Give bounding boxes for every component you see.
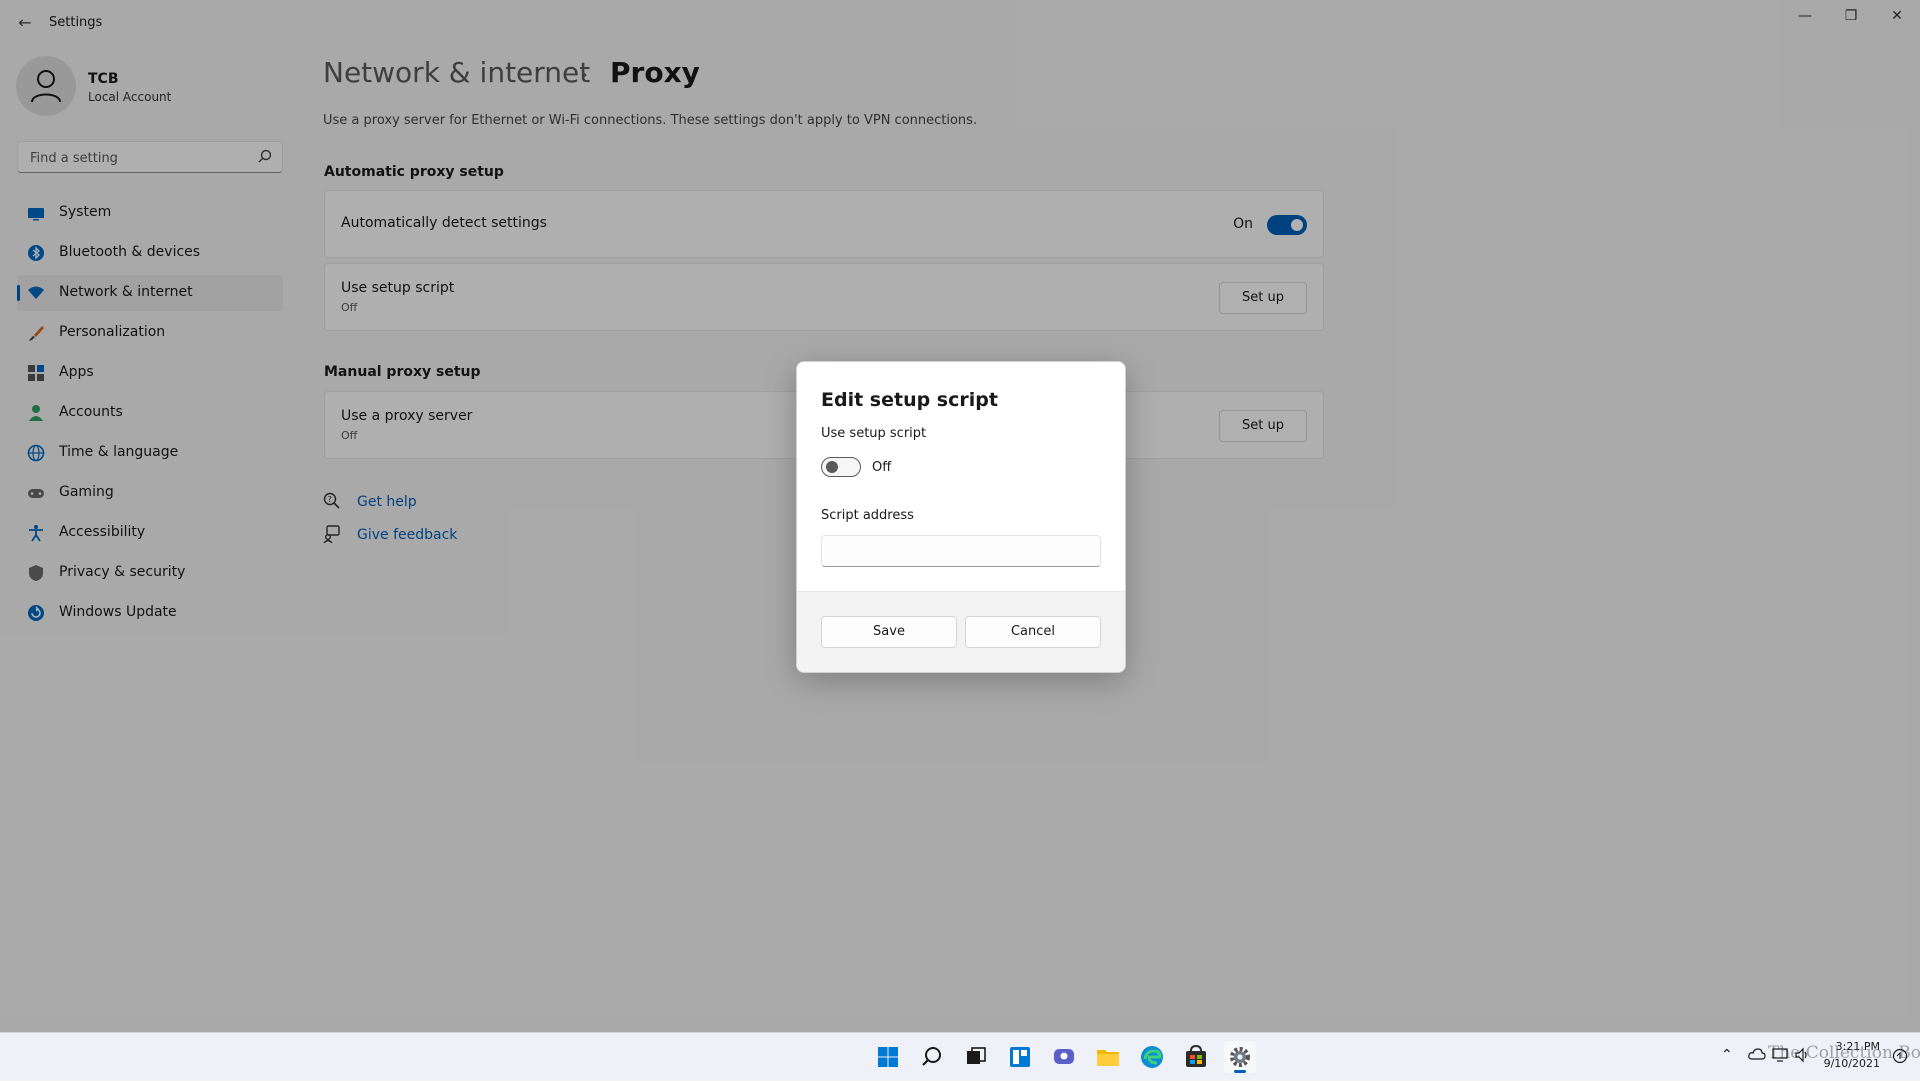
file-explorer-icon[interactable]: [1092, 1041, 1124, 1073]
dialog-toggle-label: Use setup script: [821, 426, 927, 441]
cloud-icon[interactable]: [1748, 1047, 1766, 1061]
dialog-footer: Save Cancel: [797, 591, 1125, 672]
store-icon[interactable]: [1180, 1041, 1212, 1073]
use-setup-script-toggle[interactable]: [821, 457, 861, 477]
volume-icon[interactable]: [1794, 1047, 1810, 1063]
settings-icon[interactable]: [1224, 1041, 1256, 1073]
search-icon[interactable]: [916, 1041, 948, 1073]
network-icon[interactable]: [1772, 1047, 1788, 1063]
cancel-button[interactable]: Cancel: [965, 616, 1101, 648]
notification-icon[interactable]: [1892, 1048, 1908, 1064]
clock-time[interactable]: 3:21 PM: [1836, 1040, 1880, 1053]
script-address-label: Script address: [821, 508, 914, 523]
dialog-toggle-state: Off: [872, 460, 892, 475]
chat-icon[interactable]: [1048, 1041, 1080, 1073]
widgets-icon[interactable]: [1004, 1041, 1036, 1073]
task-view-icon[interactable]: [960, 1041, 992, 1073]
chevron-up-icon[interactable]: ⌃: [1721, 1047, 1733, 1063]
script-address-input[interactable]: [821, 535, 1101, 567]
windows-start-icon[interactable]: [872, 1041, 904, 1073]
edge-icon[interactable]: [1136, 1041, 1168, 1073]
clock-date[interactable]: 9/10/2021: [1824, 1057, 1880, 1070]
dialog-title: Edit setup script: [821, 389, 998, 411]
taskbar: The Collection Book ⌃ 3:21 PM 9/10/2021: [0, 1032, 1920, 1080]
edit-setup-script-dialog: Edit setup script Use setup script Off S…: [796, 361, 1126, 673]
system-tray: The Collection Book ⌃ 3:21 PM 9/10/2021: [1668, 1033, 1920, 1081]
save-button[interactable]: Save: [821, 616, 957, 648]
